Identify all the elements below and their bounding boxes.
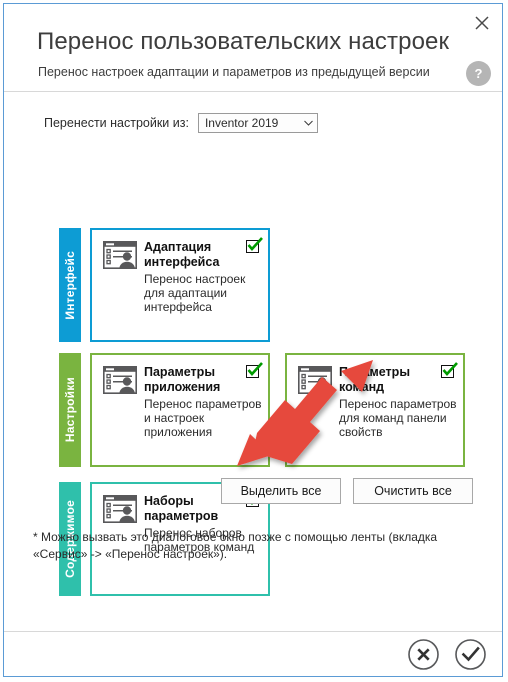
category-tab-interface[interactable]: Интерфейс	[59, 228, 81, 342]
card-title: Параметры приложения	[144, 365, 221, 394]
chevron-down-icon	[304, 119, 313, 128]
settings-migration-dialog: Перенос пользовательских настроек Перено…	[3, 3, 503, 677]
card-description: Перенос параметров для команд панели сво…	[339, 397, 457, 439]
card-description: Перенос параметров и настроек приложения	[144, 397, 262, 439]
clear-all-button[interactable]: Очистить все	[353, 478, 473, 504]
card-command-options[interactable]: Параметры команд Перенос параметров для …	[285, 353, 465, 467]
card-checkbox[interactable]	[441, 362, 458, 378]
source-version-label: Перенести настройки из:	[44, 116, 189, 130]
dialog-body: Перенести настройки из: Inventor 2019 Ин…	[4, 92, 502, 632]
card-description: Перенос настроек для адаптации интерфейс…	[144, 272, 246, 314]
category-tab-label: Интерфейс	[63, 250, 77, 320]
circle-x-icon[interactable]	[407, 638, 440, 671]
page-title: Перенос пользовательских настроек	[37, 28, 450, 55]
card-application-options[interactable]: Параметры приложения Перенос параметров …	[90, 353, 270, 467]
circle-check-icon[interactable]	[454, 638, 487, 671]
category-settings: Настройки Параметры приложения Перенос п…	[59, 353, 465, 467]
card-checkbox[interactable]	[246, 362, 263, 378]
footnote: * Можно вызвать это диалоговое окно позж…	[33, 530, 438, 561]
category-tab-label: Настройки	[63, 377, 77, 443]
page-subtitle: Перенос настроек адаптации и параметров …	[38, 65, 430, 79]
select-all-button[interactable]: Выделить все	[221, 478, 341, 504]
close-icon[interactable]	[471, 12, 493, 34]
settings-window-icon	[103, 366, 138, 394]
help-button[interactable]: ?	[466, 61, 491, 86]
card-title: Параметры команд	[339, 365, 410, 394]
footer-buttons	[407, 638, 487, 671]
dialog-footer	[4, 631, 502, 676]
source-version-select[interactable]: Inventor 2019	[197, 113, 318, 133]
settings-window-icon	[103, 495, 138, 523]
source-version-value: Inventor 2019	[204, 116, 279, 130]
category-tab-settings[interactable]: Настройки	[59, 353, 81, 467]
source-version-row: Перенести настройки из: Inventor 2019	[44, 113, 318, 133]
settings-window-icon	[298, 366, 333, 394]
dialog-header: Перенос пользовательских настроек Перено…	[4, 4, 502, 92]
settings-window-icon	[103, 241, 138, 269]
category-cards-settings: Параметры приложения Перенос параметров …	[90, 353, 465, 467]
category-cards-interface: Адаптация интерфейса Перенос настроек дл…	[90, 228, 270, 342]
card-title: Адаптация интерфейса	[144, 240, 220, 269]
category-interface: Интерфейс Адаптация интерфейса Перенос н…	[59, 228, 270, 342]
card-interface-customization[interactable]: Адаптация интерфейса Перенос настроек дл…	[90, 228, 270, 342]
card-checkbox[interactable]	[246, 237, 263, 253]
bulk-action-buttons: Выделить все Очистить все	[221, 478, 473, 504]
